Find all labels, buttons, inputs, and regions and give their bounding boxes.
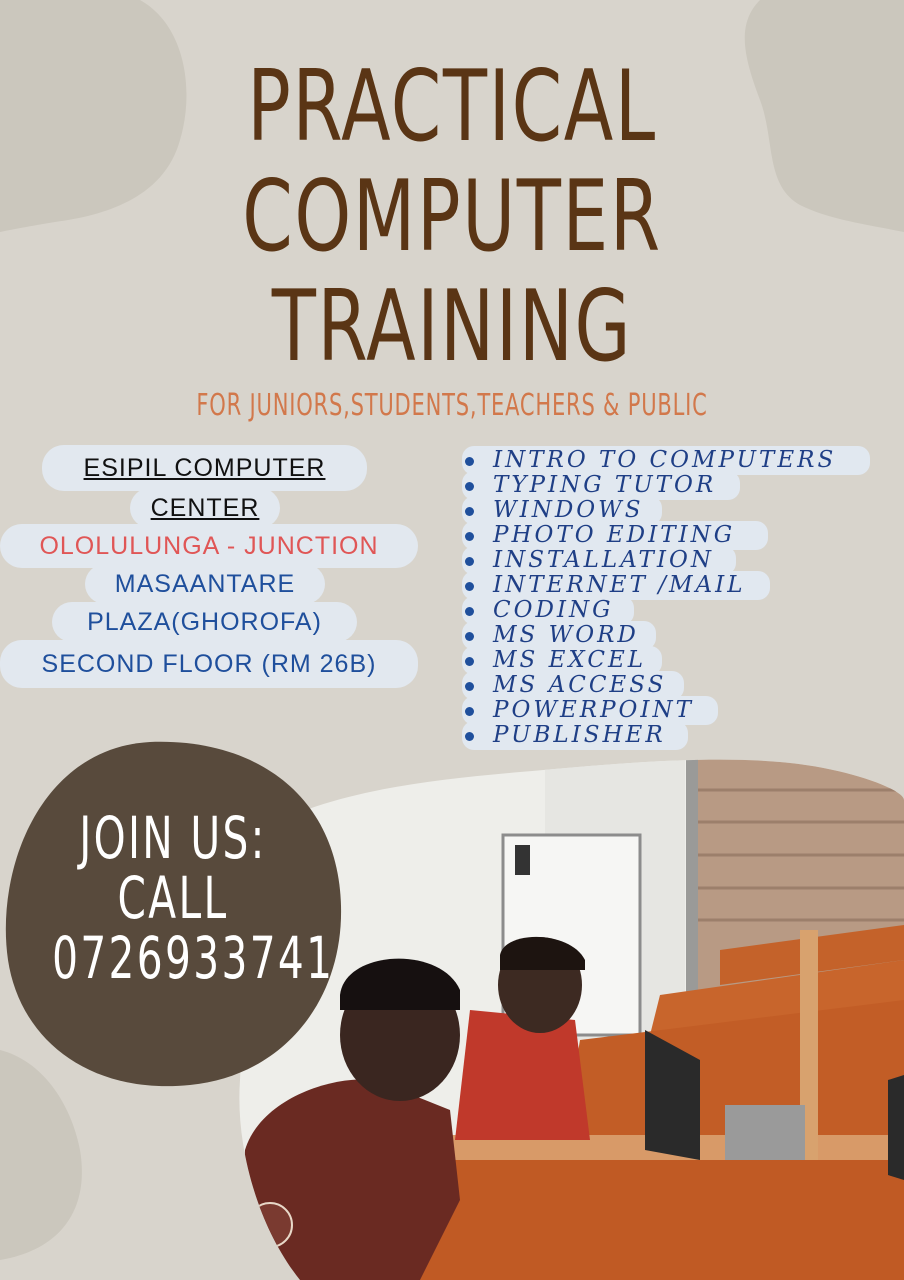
bullet-icon xyxy=(465,682,474,691)
cta-text: JOIN US: CALL 0726933741 xyxy=(52,804,332,988)
cta-phone-number[interactable]: 0726933741 xyxy=(52,928,332,988)
bullet-icon xyxy=(465,532,474,541)
list-item: POWERPOINT xyxy=(462,696,805,725)
bullet-icon xyxy=(465,657,474,666)
title-line-1: PRACTICAL xyxy=(247,50,657,164)
list-item: MS WORD xyxy=(462,621,805,650)
bullet-icon xyxy=(465,632,474,641)
list-item: MS ACCESS xyxy=(462,671,805,700)
title-line-2: COMPUTER xyxy=(242,160,662,274)
bullet-icon xyxy=(465,557,474,566)
list-item: CODING xyxy=(462,596,805,625)
bullet-icon xyxy=(465,582,474,591)
bullet-icon xyxy=(465,482,474,491)
address-line-3: PLAZA(GHOROFA) xyxy=(52,602,357,642)
list-item: TYPING TUTOR xyxy=(462,471,805,500)
bullet-icon xyxy=(465,707,474,716)
cta-call-label: CALL xyxy=(117,864,229,932)
page-title: PRACTICAL COMPUTER TRAINING xyxy=(81,52,822,382)
address-line-2: MASAANTARE xyxy=(85,564,325,604)
list-item: INTERNET /MAIL xyxy=(462,571,805,600)
course-list: INTRO TO COMPUTERS TYPING TUTOR WINDOWS … xyxy=(462,446,870,750)
address-line-1: OLOLULUNGA - JUNCTION xyxy=(0,524,418,568)
bullet-icon xyxy=(465,607,474,616)
list-item: INSTALLATION xyxy=(462,546,805,575)
title-line-3: TRAINING xyxy=(271,270,633,384)
list-item: INTRO TO COMPUTERS xyxy=(462,446,870,475)
address-line-4: SECOND FLOOR (RM 26B) xyxy=(0,640,418,688)
list-item: PHOTO EDITING xyxy=(462,521,805,550)
list-item: WINDOWS xyxy=(462,496,805,525)
cta-join-label: JOIN US: xyxy=(79,804,267,872)
bullet-icon xyxy=(465,457,474,466)
center-name-line-2: CENTER xyxy=(130,488,280,528)
bullet-icon xyxy=(465,732,474,741)
audience-subtitle: FOR JUNIORS,STUDENTS,TEACHERS & PUBLIC xyxy=(196,388,708,423)
list-item: MS EXCEL xyxy=(462,646,805,675)
center-name-line-1: ESIPIL COMPUTER xyxy=(42,445,367,491)
list-item: PUBLISHER xyxy=(462,721,805,750)
bullet-icon xyxy=(465,507,474,516)
